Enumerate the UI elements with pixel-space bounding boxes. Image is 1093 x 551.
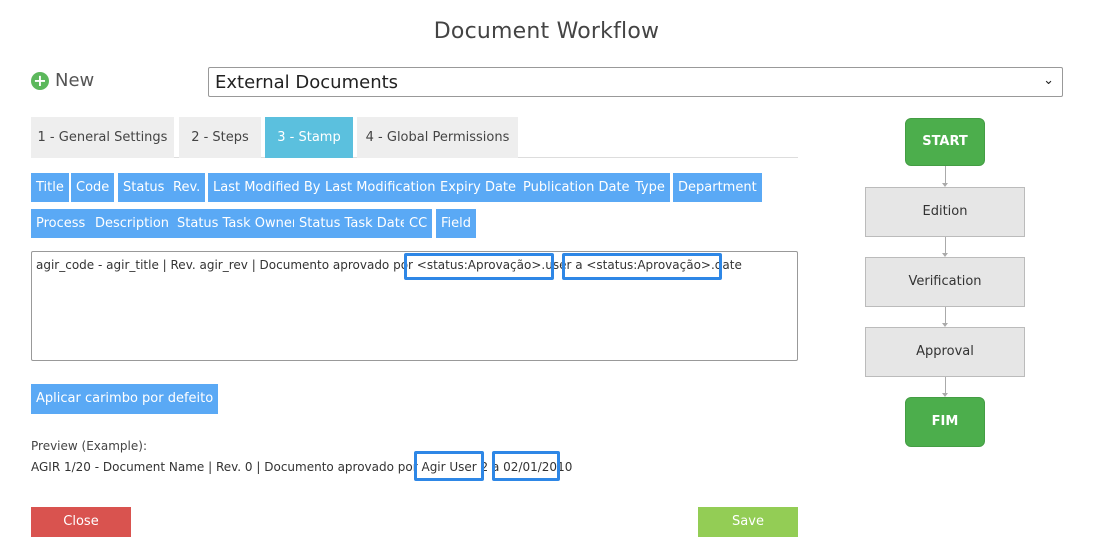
tab-global-permissions[interactable]: 4 - Global Permissions — [357, 117, 518, 158]
workflow-start-node[interactable]: START — [905, 118, 985, 166]
new-button[interactable]: + New — [31, 70, 94, 91]
tab-bar: 1 - General Settings 2 - Steps 3 - Stamp… — [31, 117, 798, 158]
close-button[interactable]: Close — [31, 507, 131, 537]
field-chip-department[interactable]: Department — [673, 173, 762, 202]
preview-label: Preview (Example): — [31, 439, 147, 453]
document-type-value: External Documents — [215, 72, 399, 93]
workflow-step-approval[interactable]: Approval — [865, 327, 1025, 377]
workflow-connector — [945, 166, 946, 183]
workflow-connector — [945, 307, 946, 323]
field-chip-publication-date[interactable]: Publication Date — [518, 173, 635, 202]
document-type-select[interactable]: External Documents ⌄ — [208, 67, 1063, 97]
workflow-connector — [945, 377, 946, 393]
field-chip-type[interactable]: Type — [630, 173, 670, 202]
field-chip-cc[interactable]: CC — [404, 209, 433, 238]
field-chip-code[interactable]: Code — [71, 173, 115, 202]
field-chip-title[interactable]: Title — [31, 173, 69, 202]
new-button-label: New — [55, 70, 95, 91]
stamp-textarea[interactable]: agir_code - agir_title | Rev. agir_rev |… — [31, 251, 798, 361]
apply-default-stamp-button[interactable]: Aplicar carimbo por defeito — [31, 384, 219, 414]
tab-steps[interactable]: 2 - Steps — [179, 117, 261, 158]
workflow-step-verification[interactable]: Verification — [865, 257, 1025, 307]
field-chip-process[interactable]: Process — [31, 209, 91, 238]
workflow-step-edition[interactable]: Edition — [865, 187, 1025, 237]
field-chip-rev[interactable]: Rev. — [168, 173, 206, 202]
page-title: Document Workflow — [433, 19, 660, 44]
field-chip-status-task-owner[interactable]: Status Task Owner — [172, 209, 303, 238]
tab-general-settings[interactable]: 1 - General Settings — [31, 117, 174, 158]
field-chip-field[interactable]: Field — [436, 209, 477, 238]
field-chip-status[interactable]: Status — [118, 173, 170, 202]
chevron-down-icon: ⌄ — [1043, 73, 1054, 88]
plus-circle-icon: + — [31, 71, 49, 90]
tab-stamp[interactable]: 3 - Stamp — [265, 117, 353, 158]
field-chip-last-modification[interactable]: Last Modification — [320, 173, 441, 202]
field-chip-expiry-date[interactable]: Expiry Date — [435, 173, 522, 202]
field-chip-status-task-date[interactable]: Status Task Date — [294, 209, 413, 238]
field-chip-description[interactable]: Description — [90, 209, 175, 238]
workflow-end-node[interactable]: FIM — [905, 397, 985, 447]
preview-text: AGIR 1/20 - Document Name | Rev. 0 | Doc… — [31, 460, 573, 474]
workflow-connector — [945, 237, 946, 253]
save-button[interactable]: Save — [698, 507, 798, 537]
stamp-text: agir_code - agir_title | Rev. agir_rev |… — [36, 258, 742, 272]
field-chip-last-modified-by[interactable]: Last Modified By — [208, 173, 326, 202]
